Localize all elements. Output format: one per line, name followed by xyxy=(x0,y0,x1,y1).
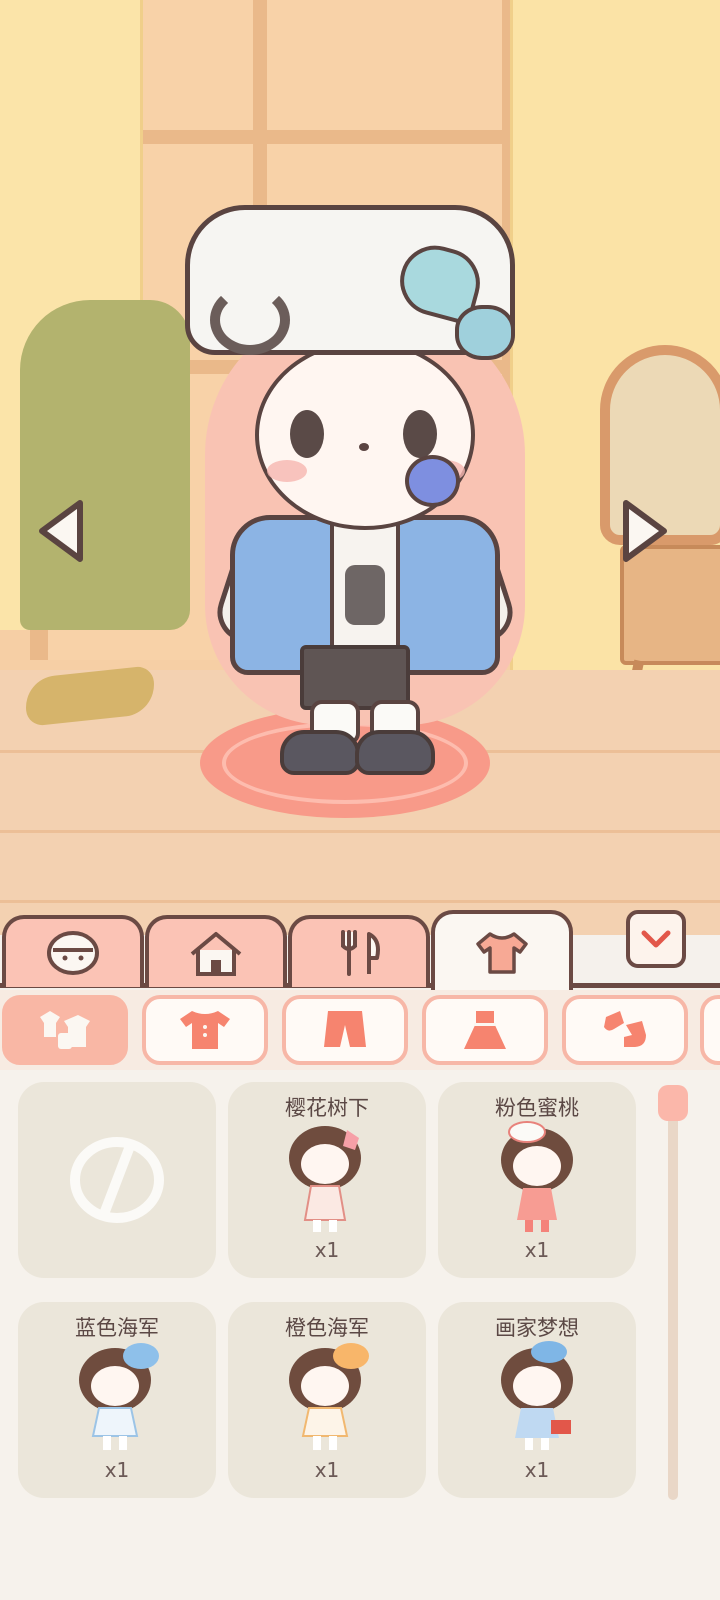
dress-icon xyxy=(464,1011,506,1049)
room-scene xyxy=(0,0,720,935)
shorts-icon xyxy=(324,1011,366,1047)
subcat-socks[interactable] xyxy=(562,995,688,1065)
eye-left xyxy=(290,410,324,458)
butterfly-clip-icon xyxy=(405,455,460,507)
subcategory-bar xyxy=(0,990,720,1070)
tab-home[interactable] xyxy=(145,915,287,987)
item-quantity: x1 xyxy=(524,1238,550,1262)
wardrobe-panel: 樱花树下 x1 粉色蜜桃 x1 蓝色海军 x1 橙色海军 x1 画家梦想 x1 xyxy=(0,990,720,1600)
item-quantity: x1 xyxy=(314,1238,340,1262)
socks-icon xyxy=(604,1011,646,1047)
subcat-bottoms[interactable] xyxy=(282,995,408,1065)
sofa xyxy=(20,300,190,630)
outfit-preview-icon xyxy=(501,1121,573,1232)
item-quantity: x1 xyxy=(524,1458,550,1482)
face-icon xyxy=(47,931,99,975)
top-icon xyxy=(180,1011,230,1049)
item-quantity: x1 xyxy=(104,1458,130,1482)
item-card[interactable]: 画家梦想 x1 xyxy=(438,1302,636,1498)
fork-knife-icon xyxy=(341,930,380,976)
outfit-preview-icon xyxy=(501,1341,573,1450)
shirt-icon xyxy=(476,932,528,974)
tab-wardrobe[interactable] xyxy=(431,910,573,992)
item-card[interactable]: 粉色蜜桃 x1 xyxy=(438,1082,636,1278)
previous-arrow-icon[interactable] xyxy=(34,495,88,567)
tab-face[interactable] xyxy=(2,915,144,987)
shoe-left xyxy=(280,730,360,775)
outfit-preview-icon xyxy=(289,1343,369,1450)
item-name: 樱花树下 xyxy=(285,1096,369,1120)
next-arrow-icon[interactable] xyxy=(618,495,672,567)
none-icon xyxy=(70,1137,164,1223)
subcat-outfit-set[interactable] xyxy=(2,995,128,1065)
outfit-set-icon xyxy=(40,1011,90,1049)
character-avatar[interactable] xyxy=(175,205,555,785)
item-name: 橙色海军 xyxy=(285,1316,369,1340)
house-icon xyxy=(190,932,242,976)
item-card-none[interactable] xyxy=(18,1082,216,1278)
shoe-right xyxy=(355,730,435,775)
item-name: 画家梦想 xyxy=(495,1316,579,1340)
item-card[interactable]: 橙色海军 x1 xyxy=(228,1302,426,1498)
item-quantity: x1 xyxy=(314,1458,340,1482)
outfit-preview-icon xyxy=(289,1126,361,1232)
subcat-more[interactable] xyxy=(700,995,720,1065)
item-card[interactable]: 樱花树下 x1 xyxy=(228,1082,426,1278)
subcat-tops[interactable] xyxy=(142,995,268,1065)
eye-right xyxy=(403,410,437,458)
clover-pin-icon xyxy=(455,305,515,360)
scrollbar-thumb[interactable] xyxy=(658,1085,688,1121)
subcat-dresses[interactable] xyxy=(422,995,548,1065)
outfit-preview-icon xyxy=(79,1343,159,1450)
item-name: 蓝色海军 xyxy=(75,1316,159,1340)
tab-food[interactable] xyxy=(288,915,430,987)
item-name: 粉色蜜桃 xyxy=(495,1096,579,1120)
hat-clip-icon xyxy=(210,285,290,355)
item-card[interactable]: 蓝色海军 x1 xyxy=(18,1302,216,1498)
chevron-down-icon xyxy=(641,930,671,948)
collapse-button[interactable] xyxy=(626,910,686,968)
main-tab-bar xyxy=(0,910,720,992)
scrollbar-track[interactable] xyxy=(668,1090,678,1500)
